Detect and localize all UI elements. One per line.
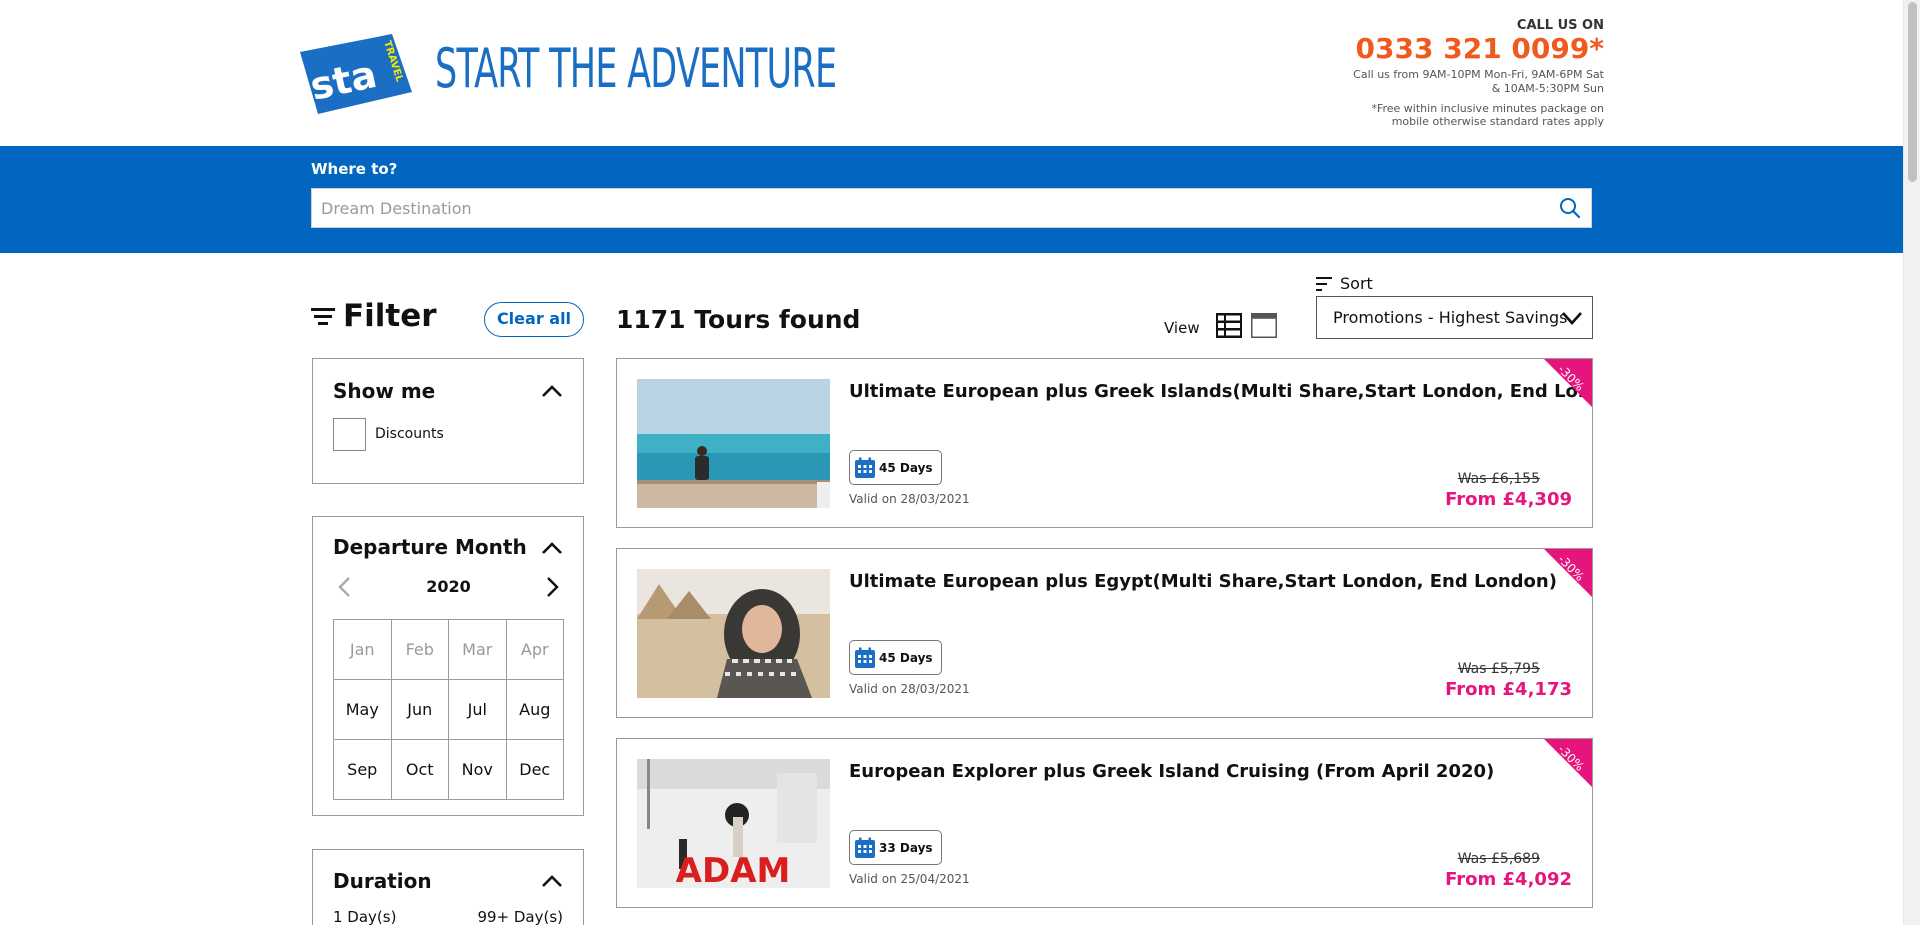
- month-jun[interactable]: Jun: [391, 680, 449, 740]
- duration-days: 45 Days: [879, 460, 933, 475]
- filter-heading: Filter: [311, 298, 437, 334]
- sort-label-text: Sort: [1340, 274, 1373, 293]
- month-grid: Jan Feb Mar Apr May Jun Jul Aug Sep Oct …: [333, 619, 564, 800]
- discounts-checkbox[interactable]: [333, 418, 366, 451]
- tour-title[interactable]: Ultimate European plus Egypt(Multi Share…: [849, 571, 1557, 592]
- month-nov[interactable]: Nov: [449, 740, 507, 800]
- call-note: *Free within inclusive minutes package o…: [1344, 102, 1604, 128]
- list-view-icon[interactable]: [1216, 313, 1242, 338]
- search-icon[interactable]: [1559, 197, 1581, 219]
- sta-travel-logo[interactable]: sta TRAVEL: [300, 34, 412, 114]
- from-price: From £4,092: [1445, 869, 1572, 890]
- month-aug[interactable]: Aug: [506, 680, 564, 740]
- show-me-title: Show me: [333, 379, 436, 403]
- month-sep[interactable]: Sep: [334, 740, 392, 800]
- phone-number[interactable]: 0333 321 0099*: [1344, 34, 1604, 64]
- month-jan: Jan: [334, 620, 392, 680]
- page-scrollbar[interactable]: [1903, 0, 1920, 925]
- duration-max-label: 99+ Day(s): [477, 908, 563, 925]
- hours-line-1: Call us from 9AM-10PM Mon-Fri, 9AM-6PM S…: [1353, 68, 1604, 82]
- from-price: From £4,309: [1445, 489, 1572, 510]
- calendar-icon: [855, 457, 875, 478]
- clear-all-button[interactable]: Clear all: [484, 302, 584, 337]
- tour-card[interactable]: Ultimate European plus Greek Islands(Mul…: [616, 358, 1593, 528]
- chevron-up-icon[interactable]: [541, 874, 563, 888]
- was-price: Was £6,155: [1457, 471, 1540, 487]
- calendar-icon: [855, 647, 875, 668]
- month-oct[interactable]: Oct: [391, 740, 449, 800]
- tour-photo-egypt[interactable]: [637, 569, 830, 698]
- discounts-label: Discounts: [375, 426, 444, 442]
- duration-days: 45 Days: [879, 650, 933, 665]
- sort-icon: [1316, 276, 1332, 291]
- was-price: Was £5,689: [1457, 851, 1540, 867]
- opening-hours: Call us from 9AM-10PM Mon-Fri, 9AM-6PM S…: [1344, 68, 1604, 94]
- note-line-1: *Free within inclusive minutes package o…: [1371, 101, 1604, 115]
- grid-view-icon[interactable]: [1251, 313, 1277, 338]
- note-line-2: mobile otherwise standard rates apply: [1391, 114, 1604, 128]
- month-apr: Apr: [506, 620, 564, 680]
- chevron-right-icon[interactable]: [540, 574, 564, 600]
- hours-line-2: & 10AM-5:30PM Sun: [1491, 81, 1604, 95]
- destination-search-input[interactable]: [312, 189, 1532, 227]
- call-us-block: CALL US ON 0333 321 0099* Call us from 9…: [1344, 18, 1604, 128]
- tagline: START THE ADVENTURE: [435, 37, 837, 100]
- sort-dropdown[interactable]: Promotions - Highest Savings: [1316, 296, 1593, 339]
- month-jul[interactable]: Jul: [449, 680, 507, 740]
- search-box: [311, 188, 1592, 228]
- was-price: Was £5,795: [1457, 661, 1540, 677]
- departure-month-panel: Departure Month 2020 Jan Feb Mar Apr May…: [312, 516, 584, 816]
- svg-text:ADAM: ADAM: [676, 851, 791, 888]
- show-me-panel: Show me Discounts: [312, 358, 584, 484]
- sort-selected-value: Promotions - Highest Savings: [1333, 308, 1568, 327]
- tour-photo-beach[interactable]: [637, 379, 830, 508]
- month-feb: Feb: [391, 620, 449, 680]
- month-mar: Mar: [449, 620, 507, 680]
- chevron-up-icon[interactable]: [541, 384, 563, 398]
- valid-date: Valid on 28/03/2021: [849, 682, 970, 696]
- tour-card[interactable]: Ultimate European plus Egypt(Multi Share…: [616, 548, 1593, 718]
- calendar-icon: [855, 837, 875, 858]
- valid-date: Valid on 25/04/2021: [849, 872, 970, 886]
- tour-card[interactable]: ADAM European Explorer plus Greek Island…: [616, 738, 1593, 908]
- duration-title: Duration: [333, 869, 432, 893]
- search-band: Where to?: [0, 146, 1903, 253]
- results-count: 1171 Tours found: [616, 305, 861, 334]
- tour-title[interactable]: Ultimate European plus Greek Islands(Mul…: [849, 381, 1592, 402]
- duration-badge: 33 Days: [849, 830, 942, 865]
- departure-month-title: Departure Month: [333, 535, 527, 559]
- from-price: From £4,173: [1445, 679, 1572, 700]
- duration-panel: Duration 1 Day(s) 99+ Day(s): [312, 849, 584, 925]
- filter-title: Filter: [343, 298, 437, 334]
- duration-min-label: 1 Day(s): [333, 908, 397, 925]
- where-to-label: Where to?: [311, 160, 398, 178]
- valid-date: Valid on 28/03/2021: [849, 492, 970, 506]
- scrollbar-thumb[interactable]: [1908, 2, 1917, 182]
- site-header: sta TRAVEL START THE ADVENTURE CALL US O…: [0, 0, 1903, 146]
- duration-days: 33 Days: [879, 840, 933, 855]
- month-may[interactable]: May: [334, 680, 392, 740]
- chevron-up-icon[interactable]: [541, 541, 563, 555]
- year-selector: 2020: [333, 574, 564, 600]
- sort-label: Sort: [1316, 274, 1373, 293]
- tour-photo-amsterdam[interactable]: ADAM: [637, 759, 830, 888]
- chevron-down-icon: [1562, 312, 1582, 325]
- duration-badge: 45 Days: [849, 450, 942, 485]
- page: sta TRAVEL START THE ADVENTURE CALL US O…: [0, 0, 1920, 925]
- view-label: View: [1164, 319, 1200, 337]
- month-dec[interactable]: Dec: [506, 740, 564, 800]
- filter-icon: [311, 308, 335, 325]
- call-us-label: CALL US ON: [1516, 18, 1604, 33]
- duration-badge: 45 Days: [849, 640, 942, 675]
- tour-title[interactable]: European Explorer plus Greek Island Crui…: [849, 761, 1494, 782]
- year-value: 2020: [426, 577, 471, 596]
